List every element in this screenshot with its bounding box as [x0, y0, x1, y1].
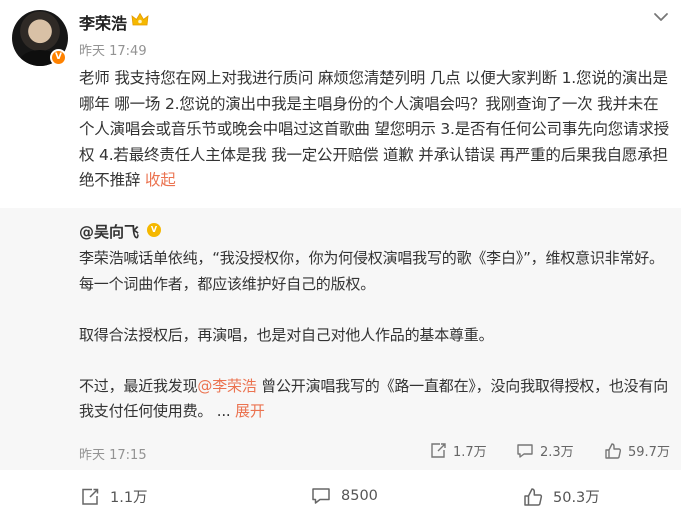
post-text: 老师 我支持您在网上对我进行质问 麻烦您清楚列明 几点 以便大家判断 1.您说的…: [79, 66, 671, 194]
gold-verified-badge: V: [147, 223, 161, 237]
quoted-like-count: 59.7万: [628, 445, 670, 460]
like-icon: [524, 487, 543, 506]
like-icon: [605, 442, 622, 459]
expand-link[interactable]: 展开: [235, 402, 265, 420]
quoted-paragraph-3: 不过，最近我发现@李荣浩 曾公开演唱我写的《路一直都在》，没向我取得授权，也没有…: [79, 374, 675, 425]
crown-icon: [131, 12, 149, 26]
quoted-paragraph-1: 李荣浩喊话单依纯，“我没授权你，你为何侵权演唱我写的歌《李白》”，维权意识非常好…: [79, 249, 664, 293]
quoted-like-stat[interactable]: 59.7万: [604, 441, 670, 460]
quoted-author[interactable]: @吴向飞: [79, 221, 139, 242]
quoted-time[interactable]: 昨天 17:15: [79, 444, 147, 463]
quoted-comment-stat[interactable]: 2.3万: [516, 441, 574, 460]
post-time[interactable]: 昨天 17:49: [79, 40, 147, 59]
username[interactable]: 李荣浩: [79, 10, 127, 34]
quoted-paragraph-2: 取得合法授权后，再演唱，也是对自己对他人作品的基本尊重。: [79, 325, 494, 344]
comment-button[interactable]: 8500: [311, 486, 378, 506]
comment-icon: [312, 488, 330, 504]
repost-button[interactable]: 1.1万: [80, 486, 148, 507]
comment-count: 8500: [341, 488, 378, 504]
quoted-repost-count: 1.7万: [453, 445, 487, 460]
comment-icon: [517, 443, 533, 458]
quoted-text: 李荣浩喊话单依纯，“我没授权你，你为何侵权演唱我写的歌《李白》”，维权意识非常好…: [79, 246, 675, 425]
like-count: 50.3万: [553, 490, 600, 506]
quoted-comment-count: 2.3万: [540, 445, 574, 460]
repost-count: 1.1万: [110, 490, 148, 506]
mention-link[interactable]: @李荣浩: [197, 377, 256, 395]
verified-badge: V: [50, 49, 67, 66]
repost-icon: [431, 442, 446, 458]
repost-icon: [82, 488, 99, 505]
like-button[interactable]: 50.3万: [523, 486, 600, 507]
collapse-link[interactable]: 收起: [145, 171, 176, 189]
quoted-text-before: 不过，最近我发现: [79, 376, 198, 395]
chevron-down-icon[interactable]: [653, 11, 669, 23]
quoted-repost-stat[interactable]: 1.7万: [429, 441, 487, 460]
